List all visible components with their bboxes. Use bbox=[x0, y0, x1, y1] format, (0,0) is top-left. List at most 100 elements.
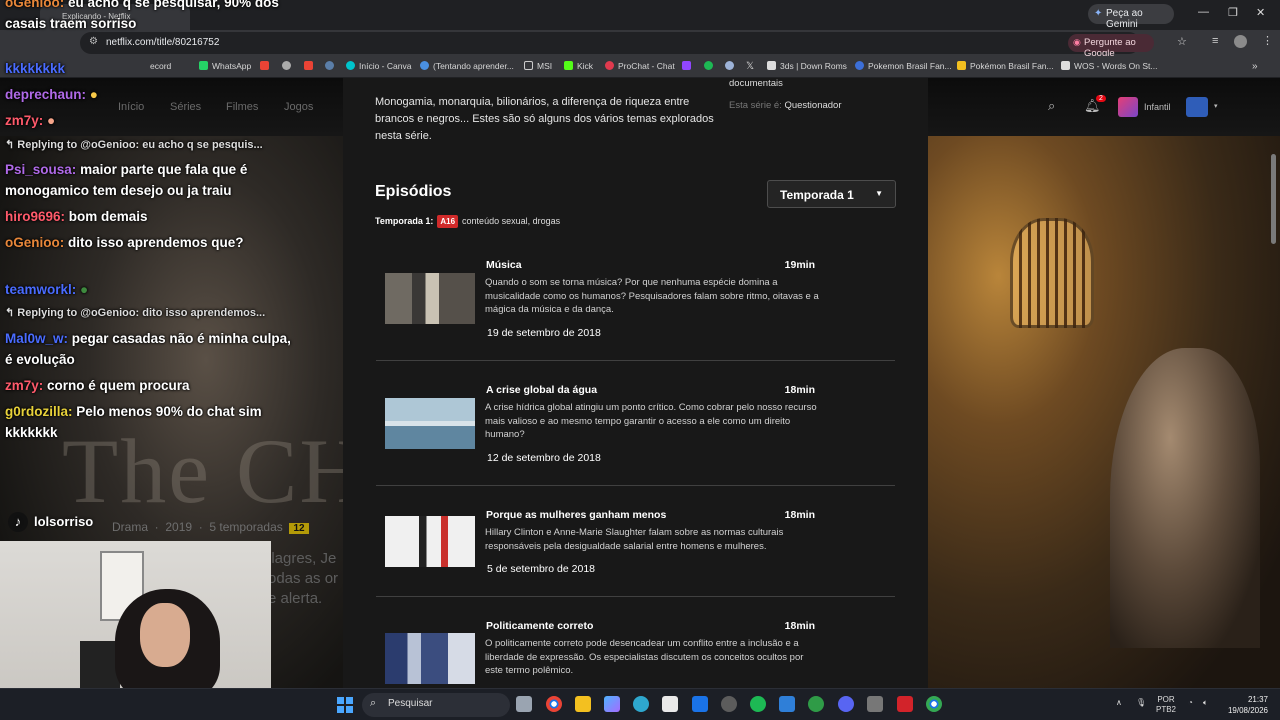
notification-badge: 2 bbox=[1096, 95, 1106, 102]
emoji-icon: ● bbox=[89, 87, 98, 102]
divider bbox=[376, 360, 895, 361]
mic-icon[interactable]: 🎙︎ bbox=[1136, 698, 1146, 708]
web-icon[interactable] bbox=[725, 61, 738, 71]
bookmark-wos[interactable]: WOS - Words On St... bbox=[1061, 61, 1157, 71]
emoji-icon: ● bbox=[80, 282, 89, 297]
episode-synopsis: O politicamente correto pode desencadear… bbox=[485, 638, 804, 676]
tray-arrow-icon[interactable]: ∧ bbox=[1116, 698, 1122, 708]
app-icon[interactable] bbox=[779, 696, 795, 712]
windows-start-icon[interactable] bbox=[337, 697, 353, 713]
gemini-button[interactable]: ✦ Peça ao Gemini bbox=[1088, 4, 1174, 30]
lantern-image bbox=[1010, 218, 1094, 328]
tiktok-icon: ♪ bbox=[8, 512, 28, 532]
episode-row[interactable]: Politicamente correto 18min O politicame… bbox=[376, 620, 895, 688]
store-icon[interactable] bbox=[662, 696, 678, 712]
chat-message: zm7y: corno é quem procura bbox=[5, 378, 190, 393]
app-icon-2[interactable] bbox=[808, 696, 824, 712]
bookmark-prochat[interactable]: ProChat - Chat bbox=[605, 61, 675, 71]
site-icon bbox=[420, 61, 429, 70]
genre-tag[interactable]: documentais bbox=[729, 78, 783, 89]
episode-thumbnail[interactable] bbox=[385, 516, 475, 567]
spotify-icon[interactable] bbox=[750, 696, 766, 712]
episode-thumbnail[interactable] bbox=[385, 398, 475, 449]
episode-date: 5 de setembro de 2018 bbox=[487, 563, 595, 575]
profile-avatar[interactable] bbox=[1234, 35, 1247, 48]
chrome-icon[interactable] bbox=[546, 696, 562, 712]
episode-duration: 19min bbox=[784, 259, 815, 271]
3ds-icon bbox=[767, 61, 776, 70]
bookmark-pokemon-2[interactable]: Pokémon Brasil Fan... bbox=[957, 61, 1054, 71]
bookmark-msi[interactable]: MSI bbox=[524, 61, 552, 71]
copilot-icon[interactable] bbox=[604, 696, 620, 712]
edge-icon[interactable] bbox=[633, 696, 649, 712]
app-icon-3[interactable] bbox=[867, 696, 883, 712]
ask-google-button[interactable]: ◉ Pergunte ao Google bbox=[1068, 34, 1154, 59]
title-detail-modal: Monogamia, monarquia, bilionários, a dif… bbox=[343, 78, 928, 688]
episode-title: Porque as mulheres ganham menos bbox=[486, 509, 667, 521]
bookmark-kick[interactable]: Kick bbox=[564, 61, 593, 71]
folder-icon bbox=[524, 61, 533, 70]
wifi-icon[interactable]: ◔ bbox=[1188, 698, 1193, 708]
rating-badge: 12 bbox=[289, 523, 309, 534]
episode-duration: 18min bbox=[784, 620, 815, 632]
episode-row[interactable]: Música 19min Quando o som se torna músic… bbox=[376, 259, 895, 339]
task-view-icon[interactable] bbox=[516, 696, 532, 712]
chat-reply: ↰ Replying to @oGenioo: dito isso aprend… bbox=[5, 307, 266, 319]
episode-thumbnail[interactable] bbox=[385, 273, 475, 324]
episode-row[interactable]: A crise global da água 18min A crise híd… bbox=[376, 384, 895, 464]
divider bbox=[376, 596, 895, 597]
obs-icon[interactable] bbox=[897, 696, 913, 712]
dropdown-caret-icon: ▼ bbox=[875, 189, 883, 198]
episode-synopsis: A crise hídrica global atingiu um ponto … bbox=[485, 402, 817, 440]
episode-date: 12 de setembro de 2018 bbox=[487, 452, 601, 464]
season-dropdown[interactable]: Temporada 1 ▼ bbox=[767, 180, 896, 208]
system-clock[interactable]: 21:37 19/08/2026 bbox=[1226, 694, 1268, 716]
episode-date: 19 de setembro de 2018 bbox=[487, 327, 601, 339]
chat-reply: ↰ Replying to @oGenioo: eu acho q se pes… bbox=[5, 139, 263, 151]
episode-thumbnail[interactable] bbox=[385, 633, 475, 684]
chat-message: kkkkkkkk bbox=[5, 61, 66, 76]
chat-message: zm7y: ● bbox=[5, 113, 56, 128]
prochat-icon bbox=[605, 61, 614, 70]
profile-caret-icon[interactable]: ▾ bbox=[1214, 102, 1218, 110]
mail-icon[interactable] bbox=[692, 696, 708, 712]
tiktok-handle: ♪ lolsorriso bbox=[8, 512, 93, 532]
minimize-icon[interactable]: — bbox=[1198, 6, 1209, 18]
more-bookmarks-icon[interactable]: » bbox=[1252, 61, 1258, 72]
search-icon[interactable]: ⌕ bbox=[1048, 98, 1055, 114]
steam-icon[interactable] bbox=[325, 61, 338, 71]
episode-row[interactable]: Porque as mulheres ganham menos 18min Hi… bbox=[376, 509, 895, 579]
bookmark-tentando[interactable]: (Tentando aprender... bbox=[420, 61, 514, 71]
language-indicator[interactable]: POR PTB2 bbox=[1156, 695, 1176, 715]
kids-label[interactable]: Infantil bbox=[1144, 102, 1171, 112]
volume-icon[interactable]: 🔈︎ bbox=[1203, 698, 1208, 708]
profile-avatar-netflix[interactable] bbox=[1186, 97, 1208, 117]
spotify-icon[interactable] bbox=[704, 61, 717, 71]
x-icon[interactable]: 𝕏 bbox=[746, 61, 754, 72]
bookmark-3ds[interactable]: 3ds | Down Roms bbox=[767, 61, 847, 71]
episode-duration: 18min bbox=[784, 509, 815, 521]
kids-avatar[interactable] bbox=[1118, 97, 1138, 117]
discord-icon[interactable] bbox=[838, 696, 854, 712]
chat-message: Psi_sousa: maior parte que fala que é mo… bbox=[5, 162, 248, 198]
chat-message: Mal0w_w: pegar casadas não é minha culpa… bbox=[5, 331, 291, 367]
close-icon[interactable]: ✕ bbox=[1256, 6, 1265, 19]
bookmark-star-icon[interactable]: ☆ bbox=[1177, 35, 1187, 48]
github-icon[interactable] bbox=[721, 696, 737, 712]
twitch-icon[interactable] bbox=[682, 61, 695, 71]
gmail-icon-2[interactable] bbox=[304, 61, 317, 71]
chrome-icon-2[interactable] bbox=[926, 696, 942, 712]
page-scrollbar[interactable] bbox=[1271, 154, 1276, 244]
divider bbox=[376, 485, 895, 486]
taskbar-search[interactable]: ⌕ Pesquisar bbox=[362, 693, 510, 717]
maximize-icon[interactable]: ❐ bbox=[1228, 6, 1238, 19]
bookmark-pokemon-1[interactable]: Pokemon Brasil Fan... bbox=[855, 61, 952, 71]
search-icon: ⌕ bbox=[370, 697, 377, 709]
age-rating-badge: A16 bbox=[437, 215, 459, 228]
file-explorer-icon[interactable] bbox=[575, 696, 591, 712]
chat-message: hiro9696: bom demais bbox=[5, 209, 148, 224]
menu-dots-icon[interactable]: ⋮ bbox=[1262, 34, 1273, 47]
content-advisory: Temporada 1: A16 conteúdo sexual, drogas bbox=[375, 215, 561, 228]
reading-list-icon[interactable]: ≡ bbox=[1212, 35, 1218, 47]
bookmark-canva[interactable]: Início - Canva bbox=[346, 61, 411, 71]
